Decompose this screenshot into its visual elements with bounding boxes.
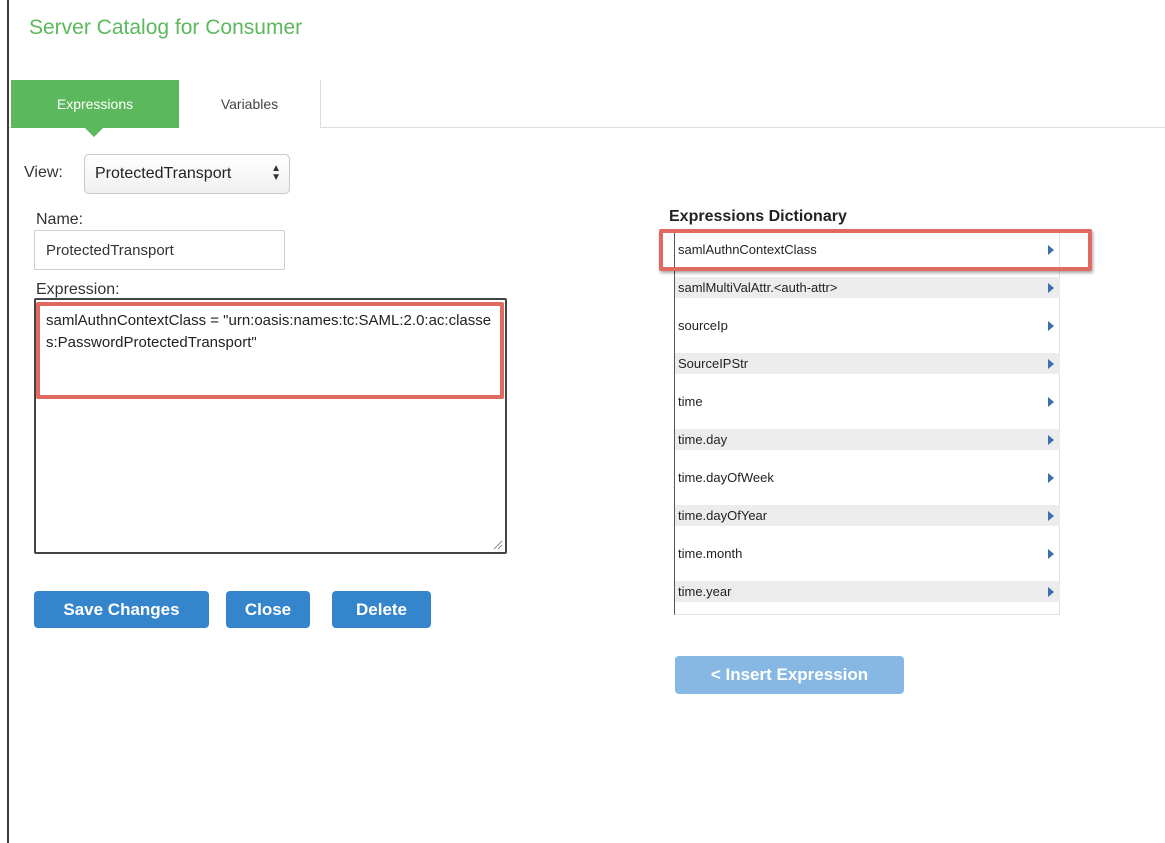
- delete-button[interactable]: Delete: [332, 591, 431, 628]
- select-arrows-icon: ▲ ▼: [271, 163, 281, 183]
- dictionary-item-label: sourceIp: [678, 318, 728, 333]
- dictionary-item-label: time.dayOfWeek: [678, 470, 774, 485]
- dictionary-item-label: samlMultiValAttr.<auth-attr>: [678, 280, 838, 295]
- tab-variables[interactable]: Variables: [179, 80, 321, 128]
- name-input[interactable]: [34, 230, 285, 270]
- dictionary-item[interactable]: samlAuthnContextClass: [675, 239, 1060, 260]
- dictionary-item[interactable]: sourceIp: [675, 315, 1060, 336]
- expand-arrow-icon: [1048, 435, 1054, 445]
- tab-bar: Expressions Variables: [9, 80, 1165, 137]
- dictionary-item[interactable]: time.dayOfYear: [675, 505, 1060, 526]
- expand-arrow-icon: [1048, 245, 1054, 255]
- expand-arrow-icon: [1048, 473, 1054, 483]
- view-label: View:: [24, 164, 63, 181]
- expand-arrow-icon: [1048, 321, 1054, 331]
- view-select[interactable]: ProtectedTransport ▲ ▼: [84, 154, 290, 194]
- name-label: Name:: [36, 211, 84, 228]
- view-select-value: ProtectedTransport: [95, 165, 232, 182]
- expression-text: samlAuthnContextClass = "urn:oasis:names…: [46, 312, 492, 351]
- expression-textarea[interactable]: samlAuthnContextClass = "urn:oasis:names…: [34, 298, 507, 554]
- dictionary-item-label: time.dayOfYear: [678, 508, 768, 523]
- expand-arrow-icon: [1048, 511, 1054, 521]
- dictionary-list[interactable]: samlAuthnContextClass samlMultiValAttr.<…: [674, 232, 1060, 615]
- expand-arrow-icon: [1048, 549, 1054, 559]
- dictionary-item-label: samlAuthnContextClass: [678, 242, 817, 257]
- dictionary-item-label: time: [678, 394, 703, 409]
- dictionary-item[interactable]: time.month: [675, 543, 1060, 564]
- expand-arrow-icon: [1048, 283, 1054, 293]
- expand-arrow-icon: [1048, 587, 1054, 597]
- dictionary-item[interactable]: time.dayOfWeek: [675, 467, 1060, 488]
- insert-expression-button[interactable]: < Insert Expression: [675, 656, 904, 694]
- expand-arrow-icon: [1048, 359, 1054, 369]
- dictionary-item[interactable]: SourceIPStr: [675, 353, 1060, 374]
- dictionary-item[interactable]: time.day: [675, 429, 1060, 450]
- save-changes-button[interactable]: Save Changes: [34, 591, 209, 628]
- resize-grip-icon[interactable]: [491, 538, 503, 550]
- close-button[interactable]: Close: [226, 591, 310, 628]
- dictionary-title: Expressions Dictionary: [669, 208, 847, 225]
- expression-label: Expression:: [36, 281, 120, 298]
- dictionary-item[interactable]: time: [675, 391, 1060, 412]
- dictionary-item-label: time.day: [678, 432, 728, 447]
- dictionary-item-label: time.year: [678, 584, 732, 599]
- page-title: Server Catalog for Consumer: [29, 16, 303, 39]
- app-frame: Server Catalog for Consumer Expressions …: [7, 0, 1165, 843]
- tab-expressions[interactable]: Expressions: [11, 80, 179, 137]
- dictionary-item[interactable]: samlMultiValAttr.<auth-attr>: [675, 277, 1060, 298]
- expand-arrow-icon: [1048, 397, 1054, 407]
- dictionary-item-label: SourceIPStr: [678, 356, 749, 371]
- dictionary-item[interactable]: time.year: [675, 581, 1060, 602]
- dictionary-item-label: time.month: [678, 546, 743, 561]
